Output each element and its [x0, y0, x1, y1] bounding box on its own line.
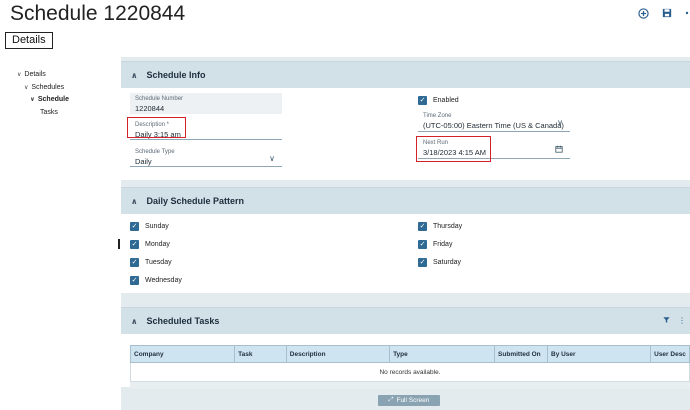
panel-splitter[interactable]: [118, 239, 120, 249]
expand-icon: ⤢: [388, 397, 394, 403]
column-header-description[interactable]: Description: [285, 345, 391, 363]
tree-item-details[interactable]: ∨ Details: [17, 71, 46, 78]
calendar-icon[interactable]: [555, 145, 563, 155]
add-circle-icon[interactable]: [636, 6, 650, 20]
column-header-submitted-on[interactable]: Submitted On: [494, 345, 548, 363]
next-run-field[interactable]: Next Run 3/18/2023 4:15 AM: [418, 137, 570, 159]
navigation-tree: ∨ Details ∨ Schedules ∨ Schedule Tasks: [0, 57, 120, 410]
checkmark-icon: ✓: [418, 240, 427, 249]
day-checkbox-thursday[interactable]: ✓ Thursday: [418, 222, 462, 231]
tree-item-schedule[interactable]: ∨ Schedule: [30, 96, 69, 103]
full-screen-button[interactable]: ⤢ Full Screen: [378, 395, 440, 406]
checkmark-icon: ✓: [418, 258, 427, 267]
chevron-down-icon: ∨: [269, 154, 275, 163]
schedule-info-section: ∧ Schedule Info Schedule Number 1220844 …: [121, 61, 690, 180]
column-header-type[interactable]: Type: [389, 345, 496, 363]
save-icon[interactable]: [660, 6, 674, 20]
checkmark-icon: ✓: [418, 222, 427, 231]
day-checkbox-wednesday[interactable]: ✓ Wednesday: [130, 276, 182, 285]
chevron-down-icon: ∨: [17, 72, 22, 78]
tasks-table: Company Task Description Type Submitted …: [129, 345, 690, 382]
tab-details[interactable]: Details: [5, 32, 53, 49]
day-checkbox-sunday[interactable]: ✓ Sunday: [130, 222, 169, 231]
schedule-number-field: Schedule Number 1220844: [130, 93, 282, 114]
schedule-type-select[interactable]: Schedule Type Daily ∨: [130, 146, 282, 167]
checkmark-icon: ✓: [418, 96, 427, 105]
chevron-up-icon: ∧: [131, 196, 138, 206]
column-header-user-desc[interactable]: User Desc: [650, 345, 690, 363]
description-input[interactable]: Description * Daily 3:15 am: [130, 119, 282, 140]
checkmark-icon: ✓: [130, 258, 139, 267]
chevron-down-icon: ∨: [24, 85, 29, 91]
chevron-up-icon: ∧: [131, 70, 138, 80]
scheduled-tasks-header[interactable]: ∧ Scheduled Tasks: [121, 308, 690, 334]
tree-item-schedules[interactable]: ∨ Schedules: [24, 84, 64, 91]
empty-message: No records available.: [130, 362, 690, 382]
chevron-down-icon: ∨: [30, 97, 35, 103]
checkmark-icon: ✓: [130, 222, 139, 231]
main-content: ∧ Schedule Info Schedule Number 1220844 …: [121, 57, 690, 410]
day-checkbox-tuesday[interactable]: ✓ Tuesday: [130, 258, 172, 267]
tree-item-tasks[interactable]: Tasks: [40, 109, 58, 116]
column-header-task[interactable]: Task: [234, 345, 287, 363]
day-checkbox-monday[interactable]: ✓ Monday: [130, 240, 170, 249]
time-zone-select[interactable]: Time Zone (UTC-05:00) Eastern Time (US &…: [418, 110, 570, 132]
more-icon[interactable]: [684, 6, 690, 20]
chevron-up-icon: ∧: [131, 316, 138, 326]
daily-pattern-section: ∧ Daily Schedule Pattern ✓ Sunday ✓ Monday…: [121, 187, 690, 293]
chevron-down-icon: ∨: [557, 118, 563, 127]
daily-pattern-header[interactable]: ∧ Daily Schedule Pattern: [121, 188, 690, 214]
checkmark-icon: ✓: [130, 240, 139, 249]
schedule-info-header[interactable]: ∧ Schedule Info: [121, 62, 690, 88]
header-toolbar: [636, 6, 690, 20]
more-icon[interactable]: ⋮: [678, 316, 686, 326]
filter-icon[interactable]: [663, 316, 670, 326]
enabled-checkbox[interactable]: ✓ Enabled: [418, 96, 459, 105]
table-row: No records available.: [130, 362, 690, 382]
column-header-by-user[interactable]: By User: [546, 345, 652, 363]
column-header-company[interactable]: Company: [129, 345, 236, 363]
page-title: Schedule 1220844: [10, 2, 186, 25]
scheduled-tasks-section: ∧ Scheduled Tasks ⋮ Company Task Descrip…: [121, 307, 690, 389]
day-checkbox-saturday[interactable]: ✓ Saturday: [418, 258, 461, 267]
table-header-row: Company Task Description Type Submitted …: [129, 345, 690, 363]
checkmark-icon: ✓: [130, 276, 139, 285]
table-scrollbar[interactable]: [130, 382, 690, 389]
day-checkbox-friday[interactable]: ✓ Friday: [418, 240, 452, 249]
tasks-toolbar: ⋮: [663, 316, 686, 326]
